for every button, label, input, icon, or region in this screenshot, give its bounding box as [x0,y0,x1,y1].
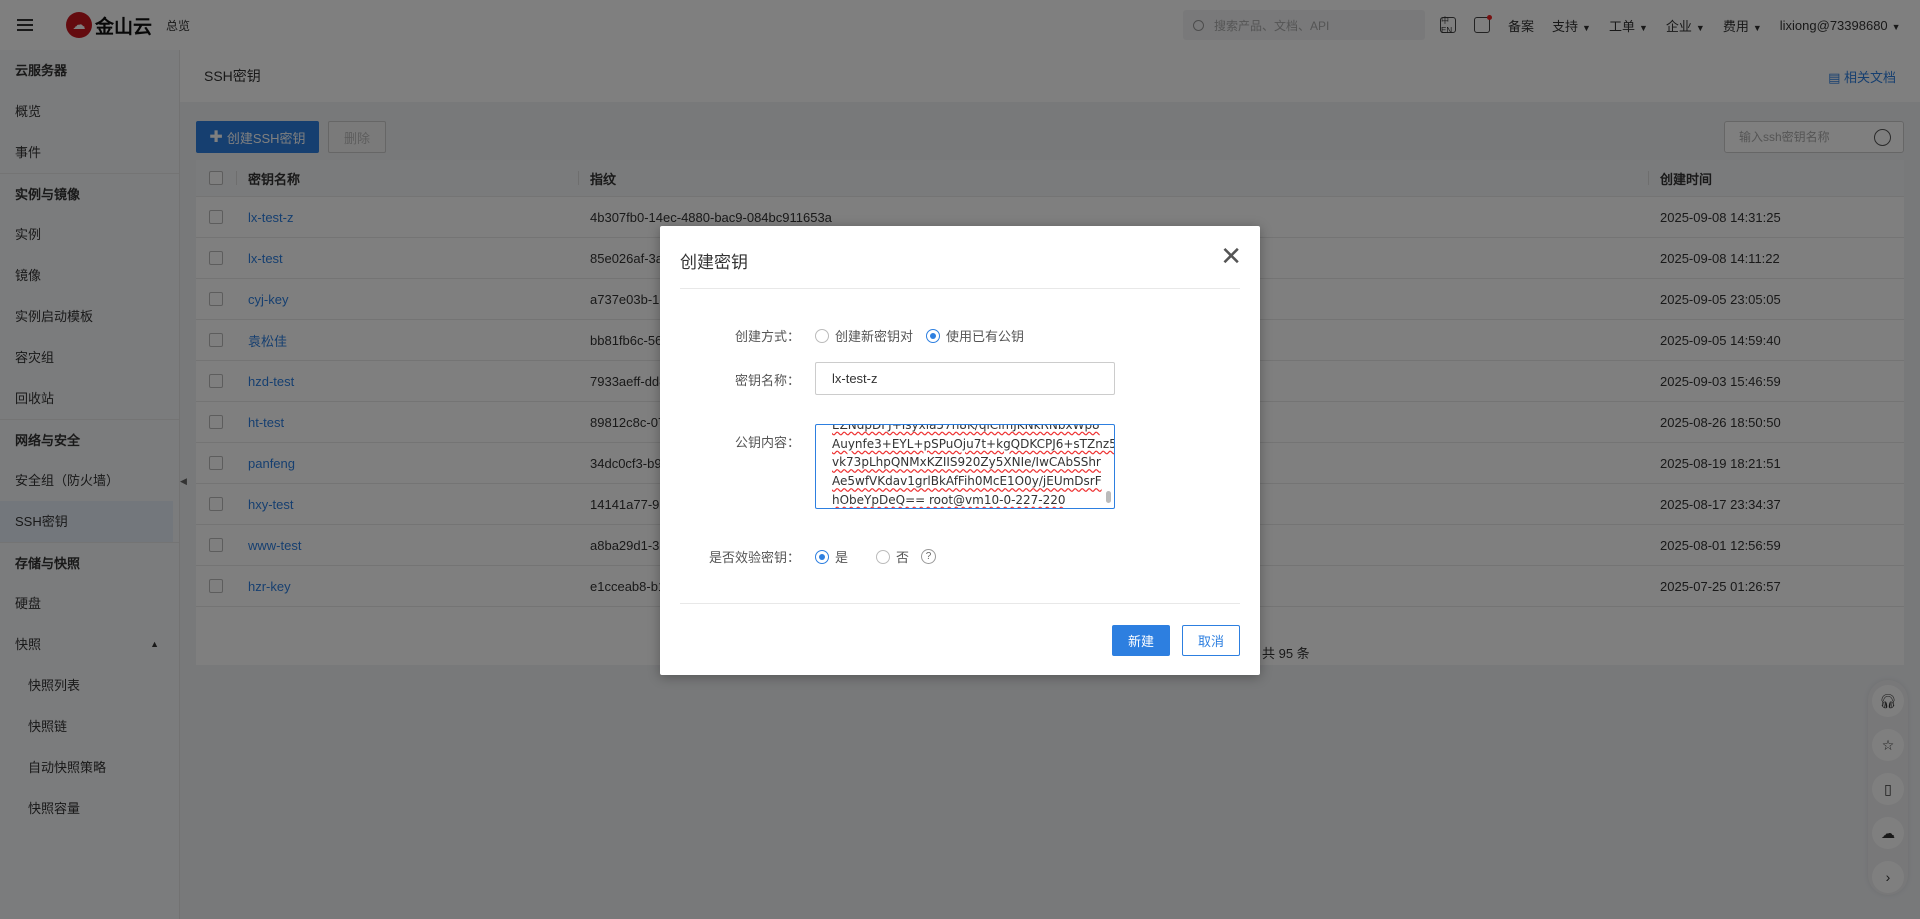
divider [680,288,1240,289]
radio-button [815,549,829,564]
name-label: 密钥名称： [734,373,800,388]
radio-existing-key[interactable]: 使用已有公钥 [926,326,1024,345]
radio-button [876,549,890,564]
create-button[interactable]: 新建 [1112,625,1170,656]
pubkey-line: Auynfe3+EYL+pSPuOju7t+kgQDKCPJ6+sTZnz5 [832,436,1115,451]
radio-new-keypair[interactable]: 创建新密钥对 [815,326,913,345]
key-name-input[interactable]: lx-test-z [815,362,1115,395]
radio-verify-no[interactable]: 否? [876,547,937,566]
radio-button [815,328,829,343]
pubkey-line: vk73pLhpQNMxKZIIS920Zy5XNIe/IwCAbSShr [832,455,1101,470]
pubkey-line: hObeYpDeQ== root@vm10-0-227-220 [832,492,1066,507]
radio-label: 创建新密钥对 [835,329,914,344]
scrollbar-thumb[interactable] [1106,491,1111,503]
radio-verify-yes[interactable]: 是 [815,547,848,566]
pubkey-textarea[interactable]: EZNdpDFJ+Isyxla57h8K/qiCimJKNkRNbxWp8 Auy… [815,424,1115,509]
dialog-title: 创建密钥 [680,253,748,272]
radio-label: 使用已有公钥 [946,329,1025,344]
method-label: 创建方式： [734,329,800,344]
close-icon[interactable]: ✕ [1220,243,1242,269]
radio-label: 否 [896,550,910,565]
pubkey-label: 公钥内容： [734,435,800,450]
pubkey-line: EZNdpDFJ+Isyxla57h8K/qiCimJKNkRNbxWp8 [832,424,1100,432]
radio-label: 是 [835,550,849,565]
help-icon[interactable]: ? [921,549,937,564]
create-key-dialog: 创建密钥 ✕ 创建方式： 创建新密钥对 使用已有公钥 密钥名称： lx-test… [660,226,1260,675]
cancel-button[interactable]: 取消 [1182,625,1240,656]
verify-label: 是否效验密钥： [708,550,800,565]
pubkey-line: Ae5wfVKdav1grlBkAfFih0McE1O0y/jEUmDsrF [832,474,1102,489]
divider [680,603,1240,604]
radio-button [926,328,940,343]
